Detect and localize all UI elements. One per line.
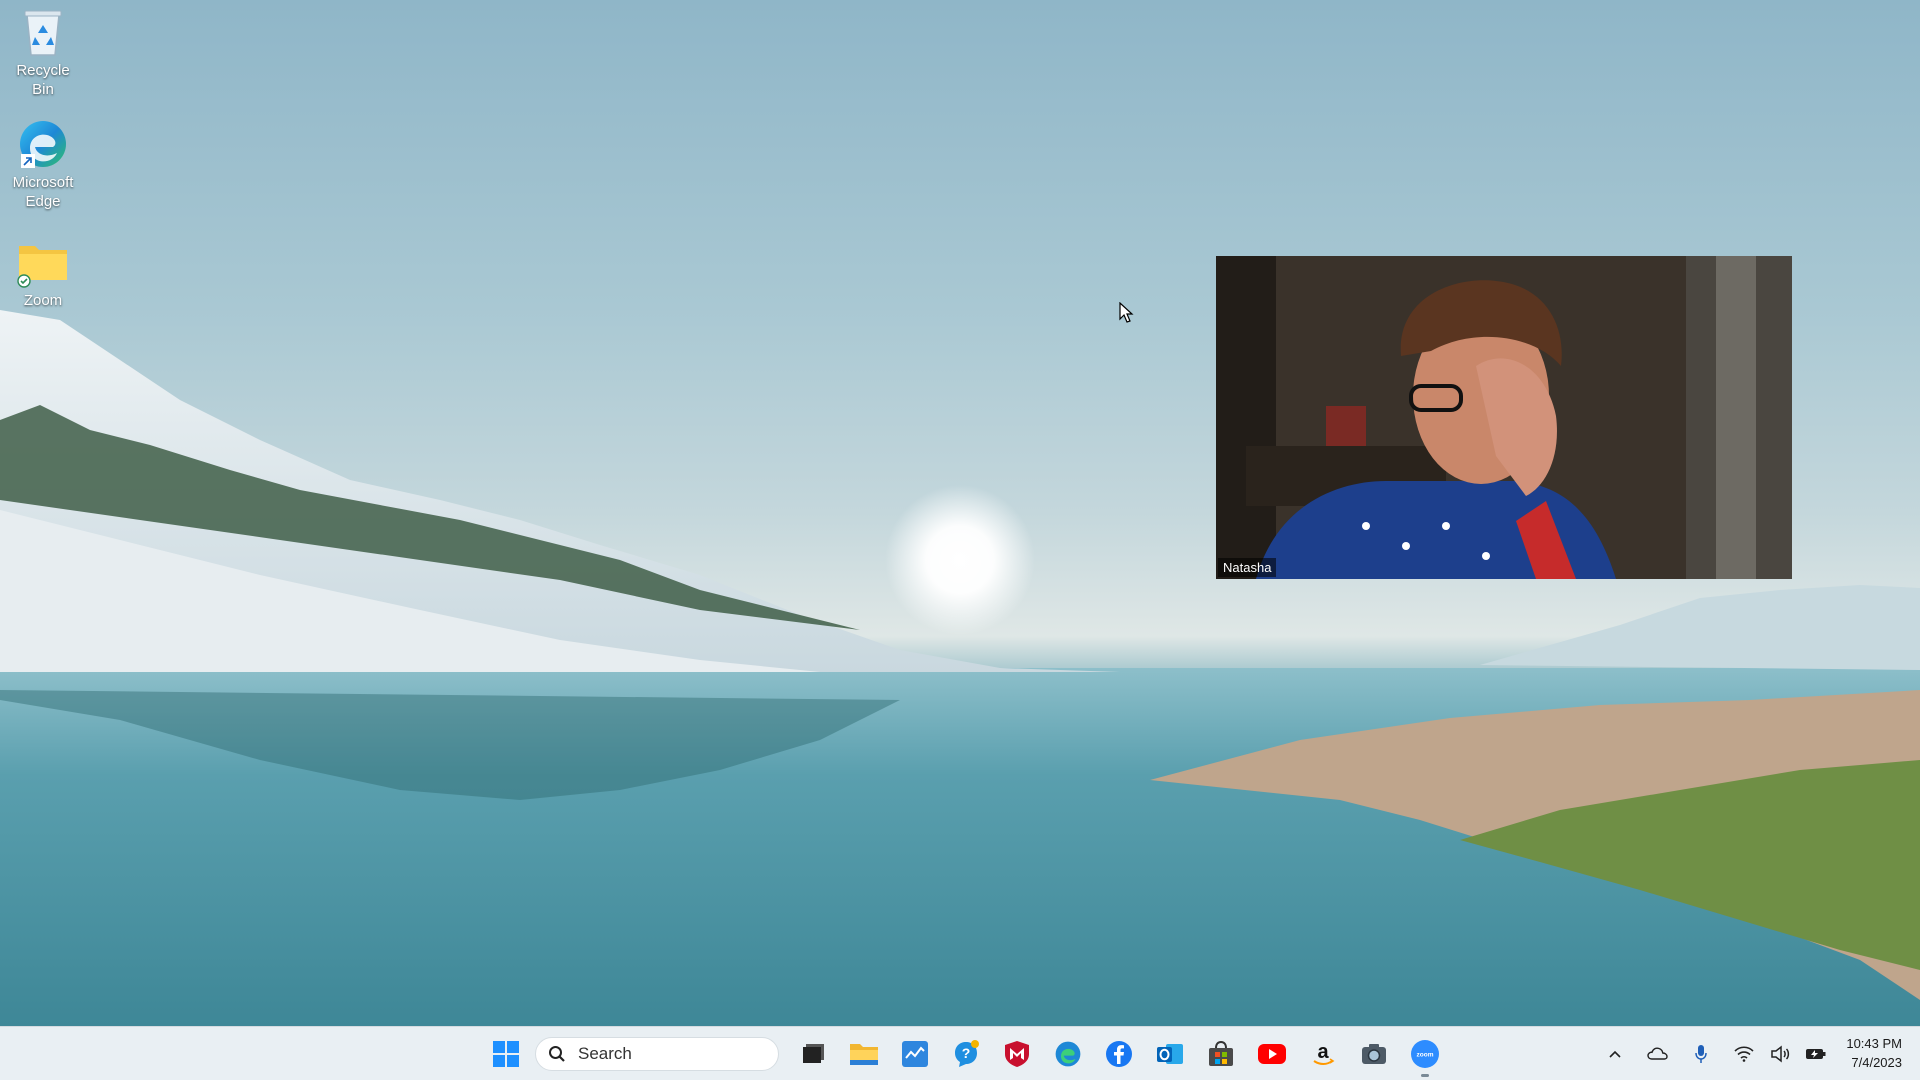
show-hidden-icons-button[interactable] — [1600, 1039, 1630, 1069]
sync-check-icon — [17, 274, 31, 288]
edge-taskbar-button[interactable] — [1044, 1030, 1092, 1078]
windows-start-icon — [492, 1041, 519, 1067]
youtube-icon — [1257, 1044, 1286, 1064]
task-view-button[interactable] — [789, 1030, 837, 1078]
chevron-up-icon — [1609, 1050, 1621, 1058]
get-help-button[interactable]: ? — [942, 1030, 990, 1078]
speaker-icon — [1771, 1045, 1790, 1063]
desktop-icon-zoom-folder[interactable]: Zoom — [4, 236, 82, 311]
taskbar-search[interactable] — [535, 1037, 779, 1071]
outlook-icon — [1156, 1044, 1183, 1064]
shortcut-arrow-icon — [21, 154, 35, 168]
system-tray: 10:43 PM 7/4/2023 — [1597, 1027, 1920, 1081]
mcafee-icon — [1004, 1041, 1029, 1067]
svg-text:?: ? — [961, 1045, 970, 1061]
svg-text:zoom: zoom — [1416, 1052, 1433, 1059]
get-help-icon: ? — [954, 1040, 979, 1067]
mcafee-button[interactable] — [993, 1030, 1041, 1078]
edge-icon — [17, 118, 69, 170]
svg-text:a: a — [1317, 1041, 1329, 1063]
battery-tray-button[interactable] — [1801, 1039, 1831, 1069]
clock[interactable]: 10:43 PM 7/4/2023 — [1846, 1035, 1902, 1073]
folder-icon — [17, 236, 69, 288]
edge-icon — [1055, 1041, 1080, 1067]
task-view-icon — [802, 1044, 824, 1063]
microsoft-store-icon — [1208, 1040, 1233, 1066]
start-button[interactable] — [482, 1030, 530, 1078]
desktop-icon-label: Recycle Bin — [16, 62, 70, 98]
mouse-cursor-icon — [1119, 302, 1134, 323]
taskbar: ? — [0, 1026, 1920, 1080]
facebook-button[interactable] — [1095, 1030, 1143, 1078]
recycle-bin-icon — [17, 6, 69, 58]
cloud-sync-icon — [1647, 1047, 1669, 1060]
wifi-icon — [1734, 1046, 1754, 1062]
desktop-icon-recycle-bin[interactable]: Recycle Bin — [4, 6, 82, 100]
clock-time: 10:43 PM — [1846, 1036, 1902, 1052]
amazon-icon: a — [1312, 1041, 1334, 1065]
desktop[interactable]: Recycle Bin Microsoft Edge Zoom Natasha — [0, 0, 1920, 1026]
camera-icon — [1361, 1044, 1386, 1064]
microphone-tray-button[interactable] — [1686, 1039, 1716, 1069]
network-tray-button[interactable] — [1729, 1039, 1759, 1069]
mcafee-myapp-icon — [901, 1041, 928, 1067]
outlook-button[interactable] — [1146, 1030, 1194, 1078]
microsoft-store-button[interactable] — [1197, 1030, 1245, 1078]
zoom-video-window[interactable]: Natasha — [1216, 256, 1792, 579]
file-explorer-icon — [849, 1044, 878, 1065]
zoom-icon: zoom — [1410, 1040, 1439, 1068]
camera-button[interactable] — [1350, 1030, 1398, 1078]
microphone-icon — [1695, 1045, 1708, 1063]
onedrive-tray-button[interactable] — [1643, 1039, 1673, 1069]
taskbar-pinned-apps: ? — [480, 1027, 1450, 1081]
participant-video — [1216, 256, 1792, 579]
volume-tray-button[interactable] — [1765, 1039, 1795, 1069]
amazon-button[interactable]: a — [1299, 1030, 1347, 1078]
file-explorer-button[interactable] — [840, 1030, 888, 1078]
desktop-icon-label: Zoom — [23, 292, 63, 309]
search-input[interactable] — [576, 1043, 760, 1065]
youtube-button[interactable] — [1248, 1030, 1296, 1078]
desktop-icon-label: Microsoft Edge — [12, 174, 74, 210]
battery-charging-icon — [1806, 1049, 1826, 1059]
desktop-icon-edge[interactable]: Microsoft Edge — [4, 118, 82, 212]
search-icon — [549, 1046, 565, 1062]
facebook-icon — [1105, 1041, 1132, 1067]
participant-name-tag: Natasha — [1218, 558, 1277, 577]
clock-date: 7/4/2023 — [1851, 1055, 1902, 1070]
mcafee-myapp-button[interactable] — [891, 1030, 939, 1078]
zoom-taskbar-button[interactable]: zoom — [1401, 1030, 1449, 1078]
